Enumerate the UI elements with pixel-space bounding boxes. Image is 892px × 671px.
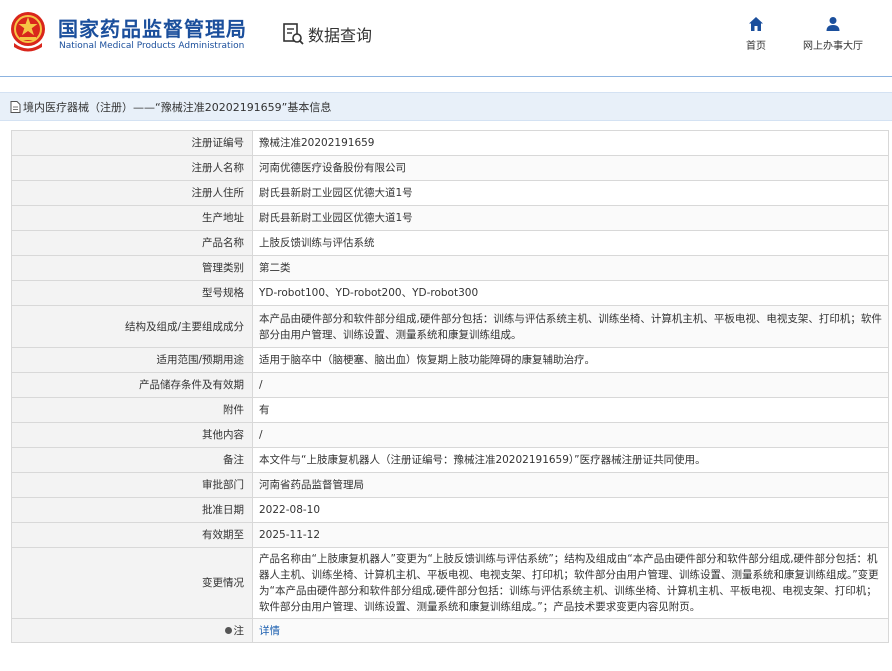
row-value: 2022-08-10 [252, 497, 889, 523]
user-icon [826, 17, 840, 31]
row-value: 豫械注准20202191659 [252, 130, 889, 156]
row-label: 备注 [11, 447, 253, 473]
table-row: 产品名称 上肢反馈训练与评估系统 [11, 230, 889, 256]
row-value: YD-robot100、YD-robot200、YD-robot300 [252, 280, 889, 306]
table-row: 审批部门 河南省药品监督管理局 [11, 472, 889, 498]
row-value: 第二类 [252, 255, 889, 281]
row-label: 适用范围/预期用途 [11, 347, 253, 373]
row-value: 本文件与“上肢康复机器人（注册证编号：豫械注准20202191659）”医疗器械… [252, 447, 889, 473]
row-value: 产品名称由“上肢康复机器人”变更为“上肢反馈训练与评估系统”；结构及组成由“本产… [252, 547, 889, 619]
table-row: 管理类别 第二类 [11, 255, 889, 281]
site-title-cn[interactable]: 国家药品监督管理局 [58, 13, 247, 42]
document-search-icon [283, 23, 304, 45]
table-row: 变更情况 产品名称由“上肢康复机器人”变更为“上肢反馈训练与评估系统”；结构及组成… [11, 547, 889, 619]
row-label: 型号规格 [11, 280, 253, 306]
table-row: 注册人住所 尉氏县新尉工业园区优德大道1号 [11, 180, 889, 206]
site-title-en: National Medical Products Administration [59, 41, 245, 51]
note-value-cell: 详情 [252, 618, 889, 643]
row-label: 注册人住所 [11, 180, 253, 206]
row-label: 产品储存条件及有效期 [11, 372, 253, 398]
site-header: 国家药品监督管理局 National Medical Products Admi… [0, 0, 892, 72]
row-label: 生产地址 [11, 205, 253, 231]
row-label: 变更情况 [11, 547, 253, 619]
row-value: 适用于脑卒中（脑梗塞、脑出血）恢复期上肢功能障碍的康复辅助治疗。 [252, 347, 889, 373]
detail-table: 注册证编号 豫械注准20202191659 注册人名称 河南优德医疗设备股份有限公司注… [11, 130, 889, 643]
row-value: 本产品由硬件部分和软件部分组成,硬件部分包括：训练与评估系统主机、训练坐椅、计算… [252, 305, 889, 348]
row-label: 有效期至 [11, 522, 253, 548]
row-label: 其他内容 [11, 422, 253, 448]
data-query-section: 数据查询 [282, 22, 372, 46]
row-value: / [252, 372, 889, 398]
row-label: 注册证编号 [11, 130, 253, 156]
row-value: 2025-11-12 [252, 522, 889, 548]
data-query-title: 数据查询 [308, 26, 373, 45]
note-label: 注 [233, 624, 245, 637]
table-row: 附件有 [11, 397, 889, 423]
table-row: 备注 本文件与“上肢康复机器人（注册证编号：豫械注准20202191659）”医疗… [11, 447, 889, 473]
row-label: 注册人名称 [11, 155, 253, 181]
row-value: 尉氏县新尉工业园区优德大道1号 [252, 180, 889, 206]
table-row: 注册证编号 豫械注准20202191659 [11, 130, 889, 156]
table-row: 注册人名称 河南优德医疗设备股份有限公司 [11, 155, 889, 181]
breadcrumb: 境内医疗器械（注册）——“豫械注准20202191659”基本信息 [0, 92, 892, 121]
table-row-note: 注 详情 [11, 618, 889, 643]
document-icon [10, 100, 21, 113]
nav-home[interactable]: 首页 [746, 16, 766, 52]
row-label: 产品名称 [11, 230, 253, 256]
table-row: 结构及组成/主要组成成分 本产品由硬件部分和软件部分组成,硬件部分包括：训练与评估… [11, 305, 889, 348]
row-label: 结构及组成/主要组成成分 [11, 305, 253, 348]
row-value: 有 [252, 397, 889, 423]
table-row: 批准日期 2022-08-10 [11, 497, 889, 523]
note-label-cell: 注 [11, 618, 253, 643]
header-divider [0, 76, 892, 77]
detail-link[interactable]: 详情 [259, 625, 280, 637]
row-label: 管理类别 [11, 255, 253, 281]
row-label: 附件 [11, 397, 253, 423]
table-row: 适用范围/预期用途 适用于脑卒中（脑梗塞、脑出血）恢复期上肢功能障碍的康复辅助治疗… [11, 347, 889, 373]
national-emblem-icon [11, 12, 45, 52]
table-row: 其他内容 / [11, 422, 889, 448]
home-icon [749, 17, 763, 31]
table-row: 有效期至 2025-11-12 [11, 522, 889, 548]
nav-online-hall[interactable]: 网上办事大厅 [803, 16, 863, 52]
nav-online-hall-label: 网上办事大厅 [803, 41, 863, 52]
row-value: 尉氏县新尉工业园区优德大道1号 [252, 205, 889, 231]
row-value: 上肢反馈训练与评估系统 [252, 230, 889, 256]
breadcrumb-text: 境内医疗器械（注册）——“豫械注准20202191659”基本信息 [23, 100, 332, 114]
nav-home-label: 首页 [746, 41, 766, 52]
table-row: 型号规格 YD-robot100、YD-robot200、YD-robot300 [11, 280, 889, 306]
pin-icon [224, 627, 232, 634]
row-value: / [252, 422, 889, 448]
row-label: 审批部门 [11, 472, 253, 498]
row-value: 河南优德医疗设备股份有限公司 [252, 155, 889, 181]
table-row: 产品储存条件及有效期 / [11, 372, 889, 398]
table-row: 生产地址 尉氏县新尉工业园区优德大道1号 [11, 205, 889, 231]
row-label: 批准日期 [11, 497, 253, 523]
row-value: 河南省药品监督管理局 [252, 472, 889, 498]
